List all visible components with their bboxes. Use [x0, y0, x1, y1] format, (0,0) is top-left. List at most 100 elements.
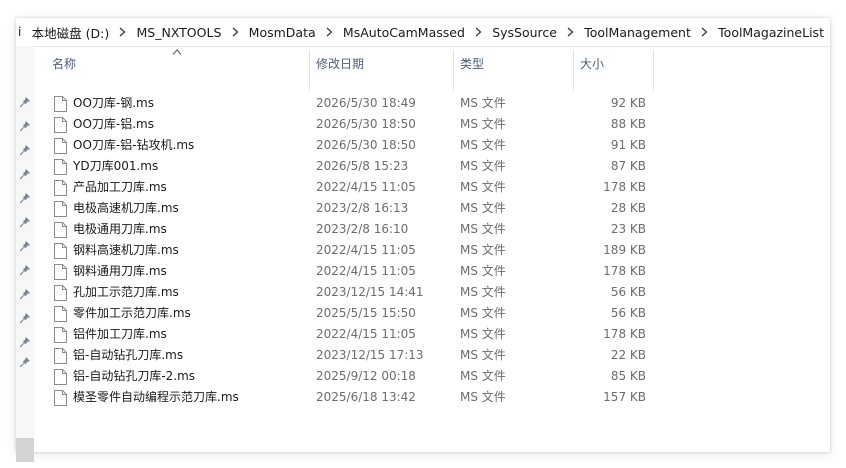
chevron-right-icon[interactable] — [115, 27, 130, 37]
column-header-date[interactable]: 修改日期 — [306, 46, 454, 90]
file-size: 178 KB — [603, 264, 646, 278]
chevron-right-icon[interactable] — [322, 27, 337, 37]
file-size: 23 KB — [610, 222, 646, 236]
file-date: 2023/12/15 17:13 — [316, 348, 424, 362]
pin-icon[interactable] — [19, 312, 31, 324]
file-row[interactable]: 孔加工示范刀库.ms 2023/12/15 14:41 MS 文件 56 KB — [42, 282, 830, 303]
file-row[interactable]: 电极通用刀库.ms 2023/2/8 16:10 MS 文件 23 KB — [42, 219, 830, 240]
navigation-pane — [16, 46, 34, 462]
column-divider[interactable] — [653, 50, 654, 90]
file-name-cell[interactable]: OO刀库-钢.ms — [54, 93, 154, 114]
file-row[interactable]: 钢料高速机刀库.ms 2022/4/15 11:05 MS 文件 189 KB — [42, 240, 830, 261]
file-type: MS 文件 — [460, 180, 506, 194]
pin-icon[interactable] — [19, 216, 31, 228]
chevron-right-icon[interactable] — [227, 27, 242, 37]
explorer-window: i 本地磁盘 (D:) MS_NXTOOLS MosmData MsAutoCa… — [16, 18, 830, 462]
breadcrumb[interactable]: i 本地磁盘 (D:) MS_NXTOOLS MosmData MsAutoCa… — [16, 18, 830, 47]
file-row[interactable]: OO刀库-铝-钻攻机.ms 2026/5/30 18:50 MS 文件 91 KB — [42, 135, 830, 156]
file-name: 孔加工示范刀库.ms — [73, 285, 179, 299]
breadcrumb-overflow-fragment: i — [18, 25, 22, 39]
file-name: 铝-自动钻孔刀库.ms — [73, 348, 184, 362]
file-name-cell[interactable]: 产品加工刀库.ms — [54, 177, 167, 198]
file-date: 2025/6/18 13:42 — [316, 390, 416, 404]
file-type: MS 文件 — [460, 264, 506, 278]
file-icon — [54, 221, 67, 238]
file-name-cell[interactable]: 铝-自动钻孔刀库.ms — [54, 345, 183, 366]
pin-icon[interactable] — [19, 288, 31, 300]
file-row[interactable]: 铝-自动钻孔刀库-2.ms 2025/9/12 00:18 MS 文件 85 KB — [42, 366, 830, 387]
pin-icon[interactable] — [19, 336, 31, 348]
file-name: 模圣零件自动编程示范刀库.ms — [73, 390, 239, 404]
file-size: 85 KB — [610, 369, 646, 383]
file-name-cell[interactable]: 零件加工示范刀库.ms — [54, 303, 191, 324]
file-name-cell[interactable]: 铝件加工刀库.ms — [54, 324, 167, 345]
file-row[interactable]: OO刀库-铝.ms 2026/5/30 18:50 MS 文件 88 KB — [42, 114, 830, 135]
file-icon — [54, 347, 67, 364]
pin-icon[interactable] — [19, 240, 31, 252]
breadcrumb-ms-nxtools[interactable]: MS_NXTOOLS — [131, 25, 228, 40]
file-row[interactable]: 产品加工刀库.ms 2022/4/15 11:05 MS 文件 178 KB — [42, 177, 830, 198]
column-header-size[interactable]: 大小 — [570, 46, 654, 90]
file-type: MS 文件 — [460, 159, 506, 173]
pin-icon[interactable] — [19, 264, 31, 276]
pin-icon[interactable] — [19, 192, 31, 204]
file-name-cell[interactable]: 电极通用刀库.ms — [54, 219, 167, 240]
file-row[interactable]: 铝-自动钻孔刀库.ms 2023/12/15 17:13 MS 文件 22 KB — [42, 345, 830, 366]
file-name-cell[interactable]: 铝-自动钻孔刀库-2.ms — [54, 366, 195, 387]
file-name: OO刀库-钢.ms — [73, 96, 154, 110]
pin-icon[interactable] — [19, 96, 31, 108]
file-name-cell[interactable]: OO刀库-铝-钻攻机.ms — [54, 135, 194, 156]
file-row[interactable]: OO刀库-钢.ms 2026/5/30 18:49 MS 文件 92 KB — [42, 93, 830, 114]
breadcrumb-syssource[interactable]: SysSource — [486, 25, 563, 40]
column-header-name[interactable]: 名称 — [42, 46, 310, 90]
file-row[interactable]: YD刀库001.ms 2026/5/8 15:23 MS 文件 87 KB — [42, 156, 830, 177]
file-type: MS 文件 — [460, 327, 506, 341]
file-name-cell[interactable]: 电极高速机刀库.ms — [54, 198, 179, 219]
pin-icon[interactable] — [19, 120, 31, 132]
pin-icon[interactable] — [19, 356, 31, 368]
file-date: 2026/5/30 18:49 — [316, 96, 416, 110]
file-size: 92 KB — [610, 96, 646, 110]
file-name-cell[interactable]: 孔加工示范刀库.ms — [54, 282, 179, 303]
file-type: MS 文件 — [460, 390, 506, 404]
file-date: 2026/5/30 18:50 — [316, 117, 416, 131]
breadcrumb-toolmanagement[interactable]: ToolManagement — [578, 25, 697, 40]
breadcrumb-msautocammassed[interactable]: MsAutoCamMassed — [337, 25, 471, 40]
file-name-cell[interactable]: OO刀库-铝.ms — [54, 114, 154, 135]
file-name-cell[interactable]: 模圣零件自动编程示范刀库.ms — [54, 387, 239, 408]
file-row[interactable]: 铝件加工刀库.ms 2022/4/15 11:05 MS 文件 178 KB — [42, 324, 830, 345]
file-size: 157 KB — [603, 390, 646, 404]
file-name: 产品加工刀库.ms — [73, 180, 167, 194]
file-name-cell[interactable]: 钢料高速机刀库.ms — [54, 240, 179, 261]
file-type: MS 文件 — [460, 201, 506, 215]
file-icon — [54, 116, 67, 133]
chevron-right-icon[interactable] — [563, 27, 578, 37]
file-type: MS 文件 — [460, 222, 506, 236]
file-date: 2023/12/15 14:41 — [316, 285, 424, 299]
file-date: 2022/4/15 11:05 — [316, 264, 416, 278]
column-header-type[interactable]: 类型 — [450, 46, 574, 90]
file-list: OO刀库-钢.ms 2026/5/30 18:49 MS 文件 92 KB OO刀库-铝… — [42, 93, 830, 408]
breadcrumb-drive-d[interactable]: 本地磁盘 (D:) — [26, 23, 116, 42]
pin-icon[interactable] — [19, 168, 31, 180]
navigation-scrollbar-thumb[interactable] — [16, 438, 34, 462]
file-name-cell[interactable]: 钢料通用刀库.ms — [54, 261, 167, 282]
file-name: 电极高速机刀库.ms — [73, 201, 179, 215]
file-type: MS 文件 — [460, 348, 506, 362]
file-date: 2025/9/12 00:18 — [316, 369, 416, 383]
pin-icon[interactable] — [19, 144, 31, 156]
file-row[interactable]: 零件加工示范刀库.ms 2025/5/15 15:50 MS 文件 56 KB — [42, 303, 830, 324]
breadcrumb-toolmagazinelist[interactable]: ToolMagazineList — [712, 25, 830, 40]
chevron-right-icon[interactable] — [471, 27, 486, 37]
file-name: YD刀库001.ms — [73, 159, 159, 173]
file-date: 2022/4/15 11:05 — [316, 243, 416, 257]
file-icon — [54, 284, 67, 301]
file-type: MS 文件 — [460, 285, 506, 299]
breadcrumb-mosmdata[interactable]: MosmData — [243, 25, 322, 40]
file-name-cell[interactable]: YD刀库001.ms — [54, 156, 158, 177]
file-row[interactable]: 模圣零件自动编程示范刀库.ms 2025/6/18 13:42 MS 文件 157 K… — [42, 387, 830, 408]
file-row[interactable]: 电极高速机刀库.ms 2023/2/8 16:13 MS 文件 28 KB — [42, 198, 830, 219]
file-row[interactable]: 钢料通用刀库.ms 2022/4/15 11:05 MS 文件 178 KB — [42, 261, 830, 282]
file-name: 电极通用刀库.ms — [73, 222, 167, 236]
chevron-right-icon[interactable] — [697, 27, 712, 37]
